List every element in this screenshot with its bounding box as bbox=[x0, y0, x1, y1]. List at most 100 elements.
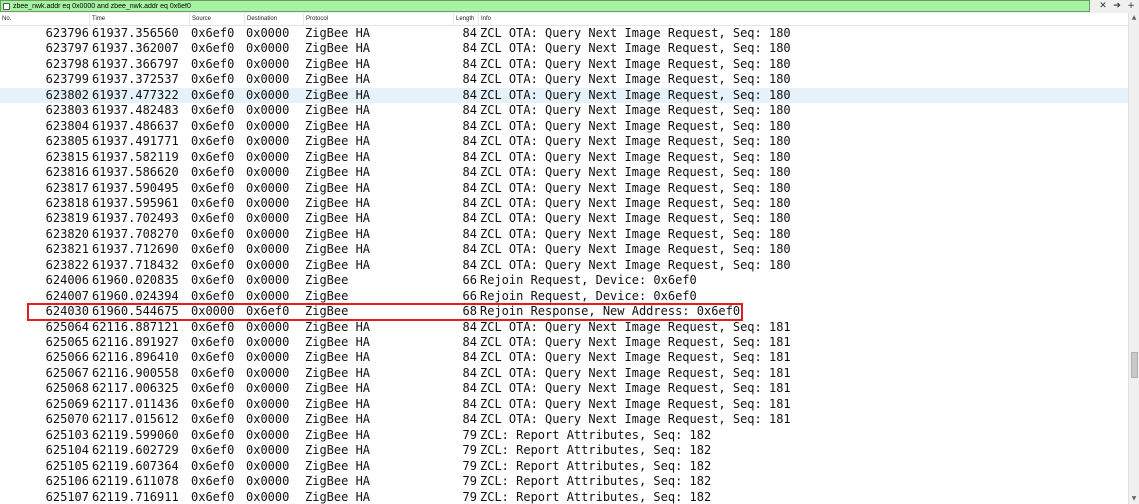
packet-row[interactable]: 623805 61937.491771 0x6ef0 0x0000 ZigBee HA 8… bbox=[0, 134, 1128, 149]
packet-len-cell: 84 bbox=[462, 134, 477, 149]
packet-dst-cell: 0x0000 bbox=[246, 458, 290, 473]
packet-info-cell: ZCL: Report Attributes, Seq: 182 bbox=[480, 458, 712, 473]
packet-src-cell: 0x6ef0 bbox=[191, 87, 235, 102]
packet-time-cell: 61960.024394 bbox=[92, 288, 179, 303]
packet-len-cell: 84 bbox=[462, 335, 477, 349]
packet-info-cell: ZCL OTA: Query Next Image Request, Seq: … bbox=[480, 350, 791, 365]
packet-len-cell: 84 bbox=[462, 195, 477, 210]
packet-row[interactable]: 623798 61937.366797 0x6ef0 0x0000 ZigBee HA 8… bbox=[0, 57, 1128, 72]
packet-src-cell: 0x6ef0 bbox=[191, 412, 235, 427]
packet-proto-cell: ZigBee HA bbox=[305, 211, 371, 226]
scroll-up-icon[interactable]: ▲ bbox=[1129, 13, 1139, 23]
packet-row[interactable]: 624006 61960.020835 0x6ef0 0x0000 ZigBee 66 Re… bbox=[0, 273, 1128, 288]
packet-dst-cell: 0x0000 bbox=[246, 273, 290, 288]
packet-src-cell: 0x6ef0 bbox=[191, 195, 235, 210]
packet-time-cell: 61937.356560 bbox=[92, 26, 179, 40]
packet-row[interactable]: 625104 62119.602729 0x6ef0 0x0000 ZigBee HA 7… bbox=[0, 443, 1128, 458]
packet-len-cell: 84 bbox=[462, 87, 477, 102]
column-header-time[interactable]: Time bbox=[89, 13, 189, 25]
packet-row[interactable]: 623819 61937.702493 0x6ef0 0x0000 ZigBee HA 8… bbox=[0, 211, 1128, 226]
packet-row[interactable]: 624007 61960.024394 0x6ef0 0x0000 ZigBee 66 Re… bbox=[0, 289, 1128, 304]
scrollbar-thumb[interactable] bbox=[1131, 352, 1138, 378]
packet-row[interactable]: 625103 62119.599060 0x6ef0 0x0000 ZigBee HA 7… bbox=[0, 428, 1128, 443]
packet-row[interactable]: 625067 62116.900558 0x6ef0 0x0000 ZigBee HA 8… bbox=[0, 366, 1128, 381]
packet-time-cell: 61937.586620 bbox=[92, 165, 179, 180]
packet-info-cell: ZCL OTA: Query Next Image Request, Seq: … bbox=[480, 381, 791, 396]
packet-no-cell: 625069 bbox=[45, 396, 89, 411]
packet-time-cell: 61937.702493 bbox=[92, 211, 179, 226]
packet-row[interactable]: 625064 62116.887121 0x6ef0 0x0000 ZigBee HA 8… bbox=[0, 320, 1128, 335]
packet-time-cell: 61937.590495 bbox=[92, 180, 179, 195]
packet-proto-cell: ZigBee HA bbox=[305, 381, 371, 396]
packet-info-cell: Rejoin Request, Device: 0x6ef0 bbox=[480, 288, 697, 303]
packet-src-cell: 0x6ef0 bbox=[191, 427, 235, 442]
packet-proto-cell: ZigBee HA bbox=[305, 180, 371, 195]
packet-proto-cell: ZigBee HA bbox=[305, 118, 371, 133]
display-filter-input[interactable] bbox=[1, 1, 1083, 11]
packet-row[interactable]: 623821 61937.712690 0x6ef0 0x0000 ZigBee HA 8… bbox=[0, 242, 1128, 257]
packet-no-cell: 624007 bbox=[45, 288, 89, 303]
packet-list[interactable]: 623796 61937.356560 0x6ef0 0x0000 ZigBee HA 8… bbox=[0, 26, 1128, 504]
packet-row[interactable]: 625107 62119.716911 0x6ef0 0x0000 ZigBee HA 7… bbox=[0, 490, 1128, 504]
column-header-info[interactable]: Info bbox=[478, 13, 1128, 25]
packet-info-cell: ZCL OTA: Query Next Image Request, Seq: … bbox=[480, 72, 791, 87]
packet-row[interactable]: 625070 62117.015612 0x6ef0 0x0000 ZigBee HA 8… bbox=[0, 412, 1128, 427]
scroll-down-icon[interactable]: ▼ bbox=[1129, 494, 1139, 504]
column-header-no[interactable]: No. bbox=[0, 13, 89, 25]
packet-src-cell: 0x6ef0 bbox=[191, 489, 235, 504]
packet-dst-cell: 0x0000 bbox=[246, 26, 290, 40]
packet-row[interactable]: 625106 62119.611078 0x6ef0 0x0000 ZigBee HA 7… bbox=[0, 474, 1128, 489]
packet-dst-cell: 0x0000 bbox=[246, 242, 290, 257]
packet-info-cell: ZCL OTA: Query Next Image Request, Seq: … bbox=[480, 87, 791, 102]
packet-time-cell: 61937.708270 bbox=[92, 226, 179, 241]
packet-row[interactable]: 623822 61937.718432 0x6ef0 0x0000 ZigBee HA 8… bbox=[0, 258, 1128, 273]
packet-row[interactable]: 625105 62119.607364 0x6ef0 0x0000 ZigBee HA 7… bbox=[0, 459, 1128, 474]
packet-src-cell: 0x6ef0 bbox=[191, 365, 235, 380]
packet-row[interactable]: 623803 61937.482483 0x6ef0 0x0000 ZigBee HA 8… bbox=[0, 103, 1128, 118]
packet-dst-cell: 0x0000 bbox=[246, 165, 290, 180]
packet-src-cell: 0x6ef0 bbox=[191, 56, 235, 71]
packet-src-cell: 0x6ef0 bbox=[191, 257, 235, 272]
packet-dst-cell: 0x0000 bbox=[246, 365, 290, 380]
packet-row-highlighted[interactable]: 624030 61960.544675 0x0000 0x6ef0 ZigBee 68 Re… bbox=[0, 304, 1128, 319]
packet-row[interactable]: 623802 61937.477322 0x6ef0 0x0000 ZigBee HA 8… bbox=[0, 87, 1128, 103]
packet-row[interactable]: 625065 62116.891927 0x6ef0 0x0000 ZigBee HA 8… bbox=[0, 335, 1128, 350]
packet-row[interactable]: 623820 61937.708270 0x6ef0 0x0000 ZigBee HA 8… bbox=[0, 227, 1128, 242]
packet-dst-cell: 0x0000 bbox=[246, 149, 290, 164]
packet-src-cell: 0x6ef0 bbox=[191, 288, 235, 303]
packet-proto-cell: ZigBee HA bbox=[305, 242, 371, 257]
clear-filter-icon[interactable]: ✕ bbox=[1096, 0, 1110, 12]
packet-dst-cell: 0x0000 bbox=[246, 396, 290, 411]
column-header-destination[interactable]: Destination bbox=[244, 13, 303, 25]
packet-no-cell: 623818 bbox=[45, 195, 89, 210]
column-header-source[interactable]: Source bbox=[189, 13, 244, 25]
apply-filter-icon[interactable]: ➔ bbox=[1110, 0, 1124, 12]
column-header-length[interactable]: Length bbox=[453, 13, 478, 25]
packet-no-cell: 623815 bbox=[45, 149, 89, 164]
packet-info-cell: ZCL OTA: Query Next Image Request, Seq: … bbox=[480, 211, 791, 226]
packet-info-cell: ZCL OTA: Query Next Image Request, Seq: … bbox=[480, 165, 791, 180]
packet-len-cell: 84 bbox=[462, 226, 477, 241]
packet-row[interactable]: 625066 62116.896410 0x6ef0 0x0000 ZigBee HA 8… bbox=[0, 350, 1128, 365]
add-expression-icon[interactable]: + bbox=[1124, 0, 1138, 12]
vertical-scrollbar[interactable]: ▲ ▼ bbox=[1128, 13, 1139, 504]
packet-len-cell: 84 bbox=[462, 180, 477, 195]
packet-len-cell: 84 bbox=[462, 412, 477, 427]
packet-src-cell: 0x0000 bbox=[191, 304, 235, 319]
packet-row[interactable]: 623816 61937.586620 0x6ef0 0x0000 ZigBee HA 8… bbox=[0, 165, 1128, 180]
packet-info-cell: ZCL OTA: Query Next Image Request, Seq: … bbox=[480, 149, 791, 164]
packet-len-cell: 79 bbox=[462, 474, 477, 489]
display-filter-field[interactable] bbox=[0, 0, 1090, 12]
packet-row[interactable]: 625069 62117.011436 0x6ef0 0x0000 ZigBee HA 8… bbox=[0, 397, 1128, 412]
packet-row[interactable]: 623797 61937.362007 0x6ef0 0x0000 ZigBee HA 8… bbox=[0, 41, 1128, 56]
packet-row[interactable]: 623817 61937.590495 0x6ef0 0x0000 ZigBee HA 8… bbox=[0, 181, 1128, 196]
packet-time-cell: 61937.712690 bbox=[92, 242, 179, 257]
packet-row[interactable]: 623799 61937.372537 0x6ef0 0x0000 ZigBee HA 8… bbox=[0, 72, 1128, 87]
packet-row[interactable]: 623804 61937.486637 0x6ef0 0x0000 ZigBee HA 8… bbox=[0, 119, 1128, 134]
packet-proto-cell: ZigBee HA bbox=[305, 365, 371, 380]
packet-row[interactable]: 625068 62117.006325 0x6ef0 0x0000 ZigBee HA 8… bbox=[0, 381, 1128, 396]
packet-row[interactable]: 623815 61937.582119 0x6ef0 0x0000 ZigBee HA 8… bbox=[0, 150, 1128, 165]
packet-row[interactable]: 623796 61937.356560 0x6ef0 0x0000 ZigBee HA 8… bbox=[0, 26, 1128, 41]
column-header-protocol[interactable]: Protocol bbox=[303, 13, 453, 25]
packet-row[interactable]: 623818 61937.595961 0x6ef0 0x0000 ZigBee HA 8… bbox=[0, 196, 1128, 211]
